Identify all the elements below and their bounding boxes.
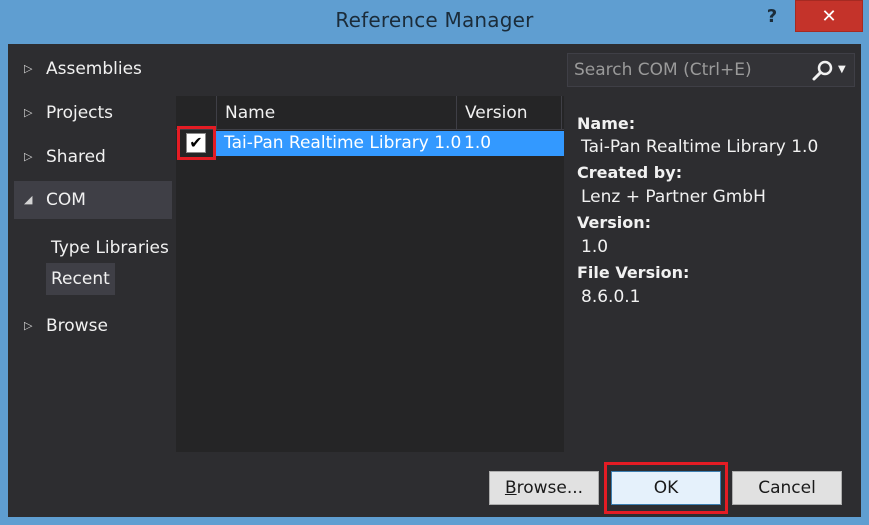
column-header-version[interactable]: Version	[456, 96, 562, 130]
sidebar-subitem-type-libraries[interactable]: Type Libraries	[46, 232, 174, 264]
close-button[interactable]: ✕	[795, 0, 863, 32]
sidebar-item-com[interactable]: ◢ COM	[14, 181, 172, 219]
close-icon: ✕	[821, 6, 837, 27]
sidebar-item-label: Browse	[46, 316, 108, 336]
cancel-button[interactable]: Cancel	[732, 471, 842, 505]
sidebar-item-shared-projects[interactable]: ▷ Shared Projects	[14, 138, 172, 205]
category-sidebar: ▷ Assemblies ▷ Projects ▷ Shared Project…	[8, 44, 174, 459]
detail-name-label: Name:	[577, 114, 636, 133]
sidebar-item-assemblies[interactable]: ▷ Assemblies	[14, 50, 172, 88]
title-bar[interactable]: Reference Manager ? ✕	[0, 0, 869, 44]
sidebar-item-label: Assemblies	[46, 59, 142, 79]
row-name: Tai-Pan Realtime Library 1.0	[224, 133, 462, 153]
ok-annotation-highlight	[604, 462, 728, 514]
sidebar-item-label: COM	[46, 190, 86, 210]
right-triangle-icon: ▷	[24, 62, 33, 75]
detail-version-value: 1.0	[581, 237, 609, 257]
detail-file-version-value: 8.6.0.1	[581, 287, 641, 307]
right-triangle-icon: ▷	[24, 106, 33, 119]
right-triangle-icon: ▷	[24, 150, 33, 163]
detail-created-by-label: Created by:	[577, 163, 683, 182]
table-row[interactable]: ✔ Tai-Pan Realtime Library 1.0 1.0	[176, 131, 564, 156]
browse-button[interactable]: Browse...	[489, 471, 599, 505]
magnifier-icon[interactable]	[811, 59, 835, 83]
reference-manager-window: Reference Manager ? ✕ ▷ Assemblies ▷ Pro…	[0, 0, 869, 525]
sidebar-subitem-recent[interactable]: Recent	[46, 263, 115, 295]
list-header: Name Version	[176, 96, 564, 130]
right-triangle-icon: ▷	[24, 319, 33, 332]
detail-file-version-label: File Version:	[577, 263, 690, 282]
browse-label: rowse...	[516, 478, 584, 498]
detail-version-label: Version:	[577, 213, 652, 232]
help-button[interactable]: ?	[756, 4, 788, 30]
checkbox-column-header[interactable]	[176, 96, 216, 130]
checkbox-annotation-highlight	[177, 126, 216, 160]
dialog-footer: Browse... OK Cancel	[8, 459, 861, 517]
row-version: 1.0	[464, 133, 492, 153]
window-title: Reference Manager	[335, 8, 534, 32]
reference-list: Name Version ✔ Tai-Pan Realtime Library …	[176, 96, 564, 452]
column-header-name[interactable]: Name	[216, 96, 456, 130]
browse-accelerator: B	[504, 478, 517, 498]
detail-created-by-value: Lenz + Partner GmbH	[581, 187, 766, 207]
search-box[interactable]: ▼	[567, 53, 855, 87]
detail-name-value: Tai-Pan Realtime Library 1.0	[581, 137, 819, 157]
down-triangle-icon: ◢	[24, 193, 33, 206]
search-input[interactable]	[574, 54, 804, 86]
sidebar-item-browse[interactable]: ▷ Browse	[14, 307, 172, 345]
sidebar-item-projects[interactable]: ▷ Projects	[14, 94, 172, 132]
sidebar-item-label: Projects	[46, 103, 114, 123]
dialog-body: ▷ Assemblies ▷ Projects ▷ Shared Project…	[8, 44, 861, 459]
chevron-down-icon[interactable]: ▼	[838, 64, 850, 76]
